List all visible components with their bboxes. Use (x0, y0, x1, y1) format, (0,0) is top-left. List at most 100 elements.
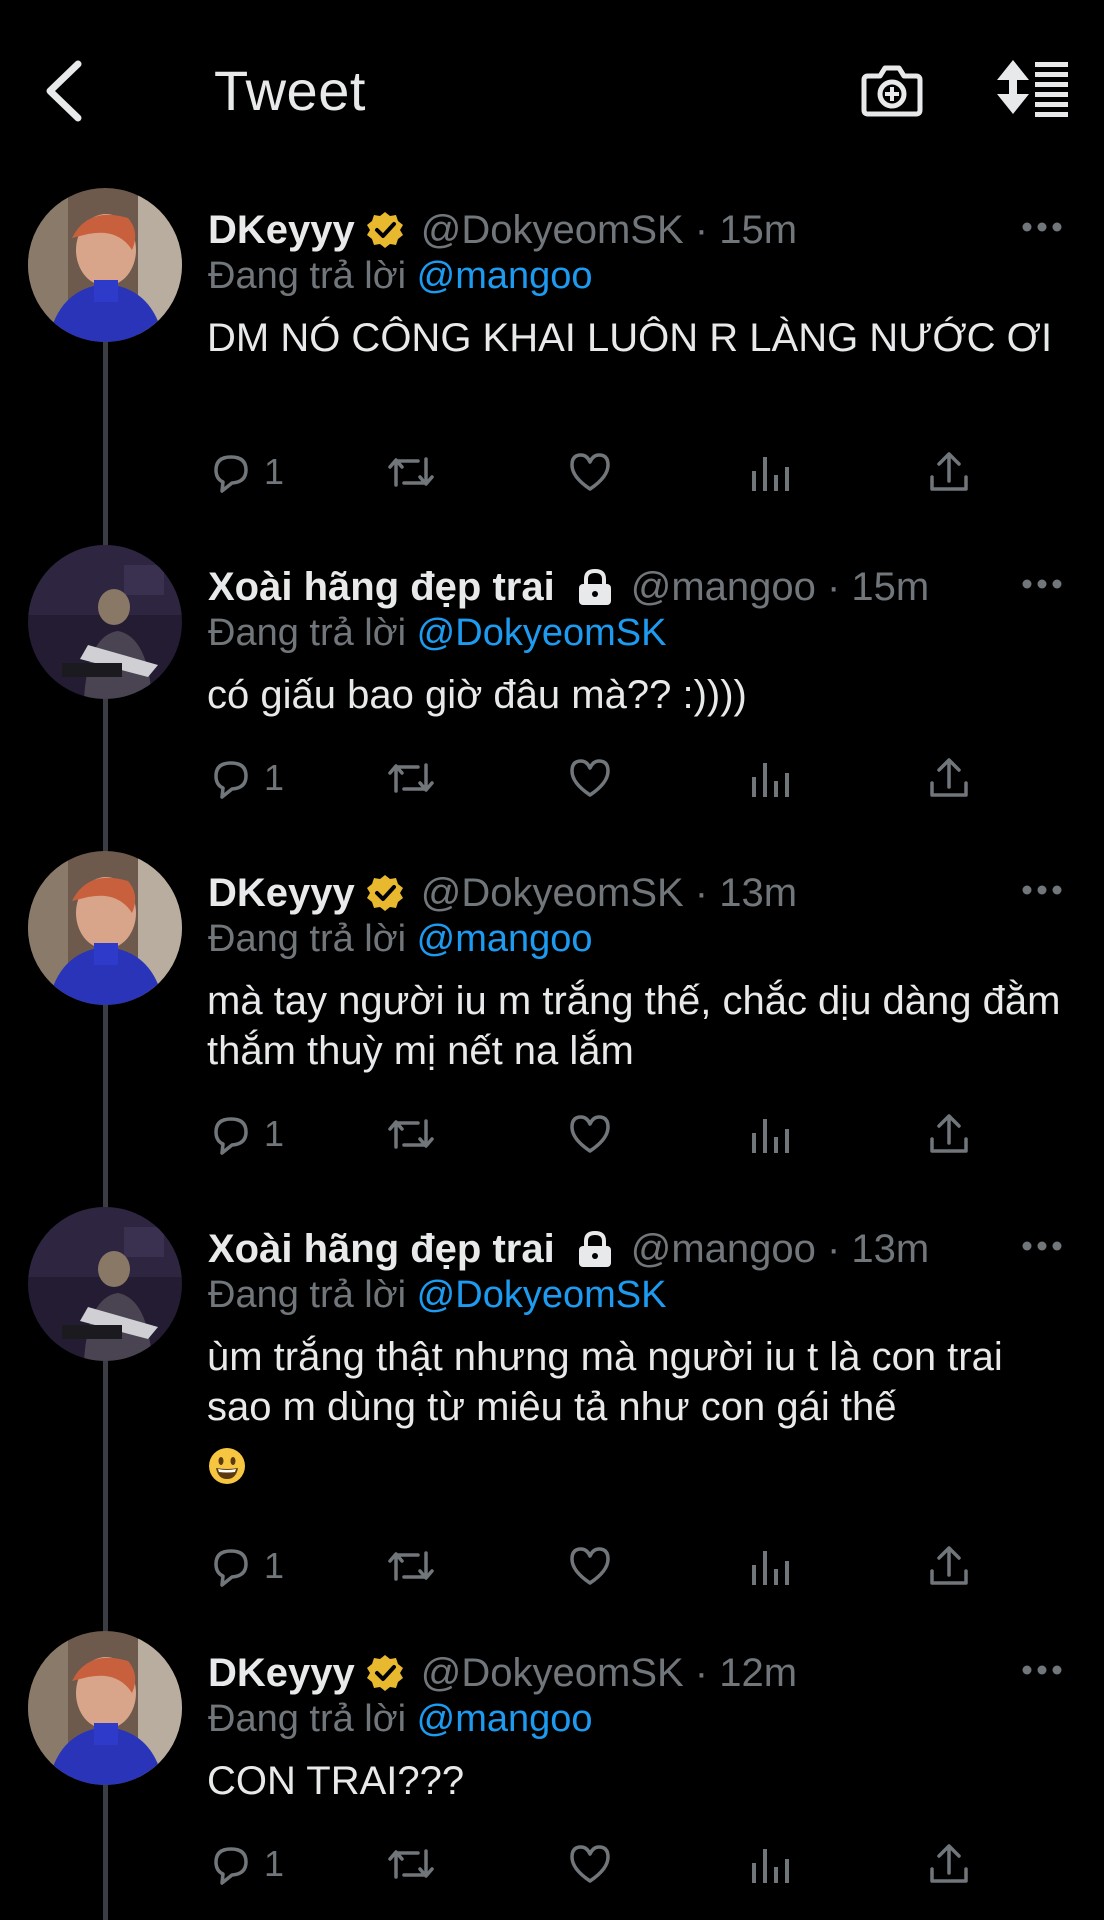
camera-plus-icon (861, 65, 923, 117)
display-name[interactable]: DKeyyy (208, 1651, 355, 1696)
retweet-button[interactable] (384, 442, 438, 502)
avatar-mangoo (28, 1207, 182, 1361)
more-options-button[interactable] (1020, 1655, 1064, 1685)
share-button[interactable] (926, 1104, 972, 1164)
share-button[interactable] (926, 1834, 972, 1894)
retweet-icon (388, 1849, 434, 1879)
analytics-button[interactable] (748, 1536, 792, 1596)
like-button[interactable] (566, 1104, 614, 1164)
retweet-button[interactable] (384, 1834, 438, 1894)
retweet-button[interactable] (384, 1104, 438, 1164)
retweet-button[interactable] (384, 748, 438, 808)
heart-icon (570, 1115, 610, 1153)
reply-icon (214, 761, 248, 799)
more-options-button[interactable] (1020, 1231, 1064, 1261)
handle[interactable]: @DokyeomSK · 12m (421, 1651, 797, 1696)
verified-badge-icon (366, 212, 403, 248)
more-dots-icon (1022, 222, 1062, 232)
retweet-button[interactable] (384, 1536, 438, 1596)
like-button[interactable] (566, 442, 614, 502)
timestamp: 12m (719, 1650, 798, 1695)
replying-to-label: Đang trả lời (208, 255, 407, 297)
reply-icon (214, 1847, 248, 1885)
like-button[interactable] (566, 748, 614, 808)
lock-icon (578, 568, 611, 605)
lock-icon (578, 1230, 611, 1267)
tweet-text: có giấu bao giờ đâu mà?? :)))) (207, 673, 747, 717)
mention-link[interactable]: @mangoo (417, 918, 593, 960)
handle[interactable]: @DokyeomSK · 15m (421, 208, 797, 253)
avatar[interactable] (28, 1207, 182, 1361)
more-options-button[interactable] (1020, 212, 1064, 242)
handle[interactable]: @mangoo · 15m (631, 565, 930, 610)
chevron-left-icon (46, 60, 82, 122)
analytics-bar-icon (752, 763, 789, 797)
mention-link[interactable]: @DokyeomSK (417, 1274, 667, 1316)
display-name[interactable]: Xoài hãng đẹp trai (208, 1227, 555, 1272)
share-button[interactable] (926, 748, 972, 808)
replying-to: Đang trả lời @mangoo (208, 913, 593, 965)
like-button[interactable] (566, 1536, 614, 1596)
reply-button[interactable]: 1 (208, 442, 284, 502)
sort-button[interactable] (995, 58, 1070, 122)
camera-button[interactable] (860, 58, 924, 122)
more-dots-icon (1022, 885, 1062, 895)
analytics-bar-icon (752, 1551, 789, 1585)
avatar[interactable] (28, 545, 182, 699)
handle[interactable]: @DokyeomSK · 13m (421, 871, 797, 916)
tweet-text-content: ùm trắng thật nhưng mà người iu t là con… (207, 1335, 1014, 1429)
reply-count: 1 (264, 757, 285, 798)
reply-count: 1 (264, 451, 285, 492)
tweet-text: mà tay người iu m trắng thế, chắc dịu dà… (207, 979, 1072, 1073)
back-button[interactable] (38, 58, 94, 124)
heart-icon (570, 1547, 610, 1585)
tweet-header: DKeyyy @DokyeomSK · 12m (208, 1647, 797, 1699)
share-button[interactable] (926, 1536, 972, 1596)
retweet-icon (388, 457, 434, 487)
avatar[interactable] (28, 188, 182, 342)
analytics-button[interactable] (748, 442, 792, 502)
tweet-header: Xoài hãng đẹp trai @mangoo · 13m (208, 1223, 929, 1275)
tweet-actions: 1 (208, 1104, 988, 1164)
reply-button[interactable]: 1 (208, 1536, 284, 1596)
more-options-button[interactable] (1020, 569, 1064, 599)
analytics-bar-icon (752, 1119, 789, 1153)
share-upload-icon (930, 1114, 968, 1153)
more-options-button[interactable] (1020, 875, 1064, 905)
mention-link[interactable]: @DokyeomSK (417, 612, 667, 654)
display-name[interactable]: DKeyyy (208, 871, 355, 916)
reply-icon (214, 1117, 248, 1155)
replying-to-label: Đang trả lời (208, 612, 407, 654)
heart-icon (570, 453, 610, 491)
replying-to: Đang trả lời @DokyeomSK (208, 607, 666, 659)
handle[interactable]: @mangoo · 13m (631, 1227, 930, 1272)
tweet-text: DM NÓ CÔNG KHAI LUÔN R LÀNG NƯỚC ƠI (207, 316, 1053, 360)
tweet-text: ùm trắng thật nhưng mà người iu t là con… (207, 1332, 1067, 1492)
analytics-button[interactable] (748, 1104, 792, 1164)
more-dots-icon (1022, 1665, 1062, 1675)
avatar[interactable] (28, 1631, 182, 1785)
share-upload-icon (930, 1546, 968, 1585)
like-button[interactable] (566, 1834, 614, 1894)
avatar-dkeyyy (28, 851, 182, 1005)
reply-button[interactable]: 1 (208, 1104, 284, 1164)
share-upload-icon (930, 758, 968, 797)
reply-icon (214, 455, 248, 493)
display-name[interactable]: Xoài hãng đẹp trai (208, 565, 555, 610)
mention-link[interactable]: @mangoo (417, 1698, 593, 1740)
share-button[interactable] (926, 442, 972, 502)
reply-button[interactable]: 1 (208, 748, 284, 808)
tweet-actions: 1 (208, 442, 988, 502)
tweet-header: DKeyyy @DokyeomSK · 15m (208, 204, 797, 256)
timestamp: 15m (851, 564, 930, 609)
page-title: Tweet (214, 59, 366, 122)
heart-icon (570, 1845, 610, 1883)
display-name[interactable]: DKeyyy (208, 208, 355, 253)
reply-button[interactable]: 1 (208, 1834, 284, 1894)
mention-link[interactable]: @mangoo (417, 255, 593, 297)
retweet-icon (388, 763, 434, 793)
analytics-button[interactable] (748, 748, 792, 808)
avatar[interactable] (28, 851, 182, 1005)
avatar-dkeyyy (28, 188, 182, 342)
analytics-button[interactable] (748, 1834, 792, 1894)
